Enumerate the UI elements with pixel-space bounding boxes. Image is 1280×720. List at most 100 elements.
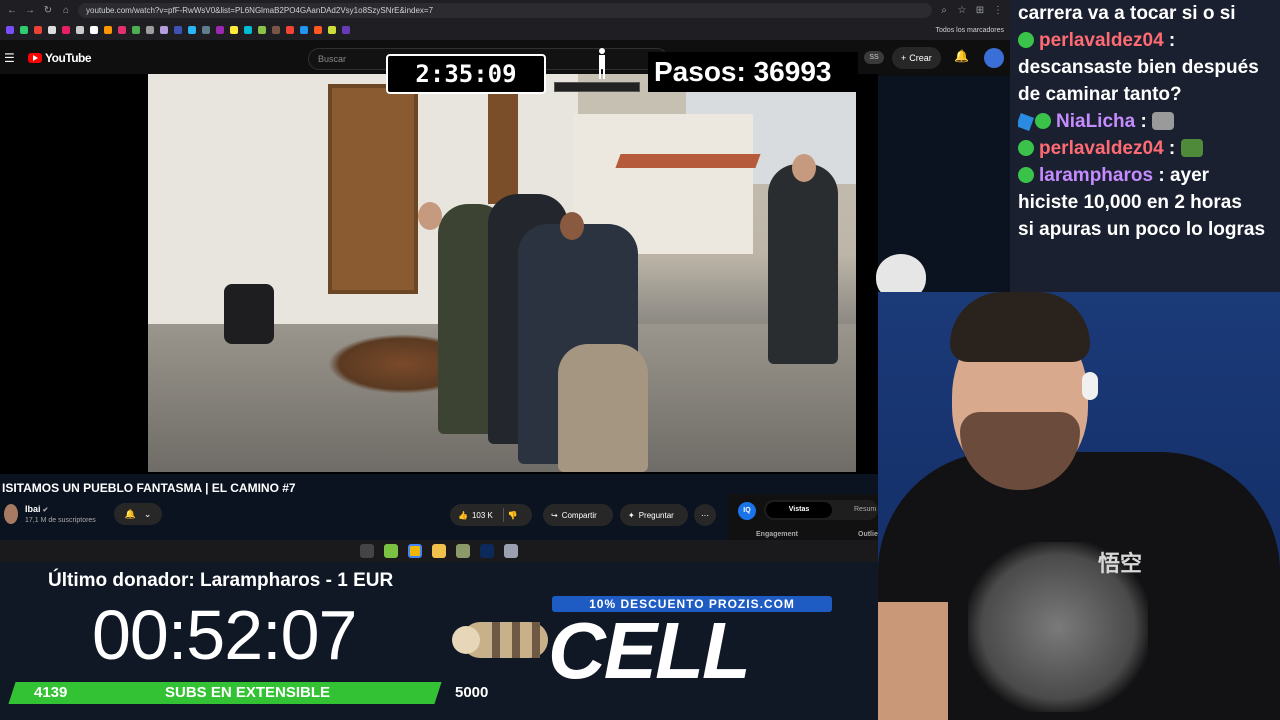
subscriber-count: 17,1 M de suscriptores [25, 517, 96, 524]
sparkle-icon: ✦ [628, 510, 635, 520]
bookmark-icon[interactable] [90, 26, 98, 34]
chat-message: NiaLicha : [1018, 108, 1274, 135]
badge-icon [1035, 113, 1051, 129]
back-icon[interactable]: ← [6, 5, 18, 16]
browser-toolbar: ← → ↻ ⌂ youtube.com/watch?v=pfF-RwWsV0&l… [0, 0, 1010, 20]
channel-name[interactable]: Ibai ✔ [25, 504, 48, 514]
youtube-logo[interactable]: YouTube [28, 51, 92, 65]
bookmark-icon[interactable] [20, 26, 28, 34]
like-button[interactable]: 👍 103 K 👎 [450, 504, 532, 526]
bookmark-icon[interactable] [272, 26, 280, 34]
system-icon[interactable] [360, 544, 374, 558]
badge-icon [1018, 167, 1034, 183]
folder-icon[interactable] [432, 544, 446, 558]
ss-badge[interactable]: SS [864, 51, 884, 64]
analytics-icon[interactable]: IQ [738, 502, 756, 520]
bookmark-icon[interactable] [300, 26, 308, 34]
chat-username[interactable]: perlavaldez04 [1039, 30, 1164, 51]
bookmark-icon[interactable] [258, 26, 266, 34]
bookmark-icon[interactable] [216, 26, 224, 34]
bookmark-icon[interactable] [188, 26, 196, 34]
bookmark-icon[interactable] [328, 26, 336, 34]
more-actions-button[interactable]: ⋯ [694, 504, 716, 526]
panel-tabs: Vistas Resum [764, 500, 878, 520]
chat-message-text: hiciste 10,000 en 2 horas [1018, 192, 1242, 213]
person-head [792, 154, 816, 182]
bookmark-icon[interactable] [174, 26, 182, 34]
menu-dots-icon[interactable]: ⋮ [992, 5, 1004, 16]
zoom-icon[interactable]: ⌕ [938, 5, 950, 16]
bookmark-icon[interactable] [76, 26, 84, 34]
bookmarks-folder[interactable]: Todos los marcadores [936, 27, 1004, 34]
bookmark-icon[interactable] [48, 26, 56, 34]
bookmark-icon[interactable] [132, 26, 140, 34]
share-icon: ↪ [551, 510, 558, 520]
chat-username[interactable]: NiaLicha [1056, 111, 1135, 132]
bookmark-icon[interactable] [202, 26, 210, 34]
thumbs-down-icon[interactable]: 👎 [508, 511, 518, 520]
bookmark-icon[interactable] [160, 26, 168, 34]
app-icon[interactable] [456, 544, 470, 558]
bookmark-icon[interactable] [118, 26, 126, 34]
create-button[interactable]: + Crear [892, 47, 941, 69]
chevron-down-icon: ⌄ [143, 508, 152, 519]
treadmill-bar [554, 82, 640, 92]
photoshop-icon[interactable] [480, 544, 494, 558]
chat-message: carrera va a tocar si o si [1018, 3, 1236, 24]
hair [950, 292, 1090, 362]
tab-vistas[interactable]: Vistas [766, 502, 832, 518]
bookmark-star-icon[interactable]: ☆ [956, 5, 968, 16]
bookmark-icon[interactable] [104, 26, 112, 34]
webcam-feed: 悟空 [878, 292, 1280, 720]
chat-username[interactable]: larampharos [1039, 165, 1153, 186]
arm [878, 602, 948, 720]
bookmark-icon[interactable] [6, 26, 14, 34]
bookmark-icon[interactable] [146, 26, 154, 34]
bookmark-icon[interactable] [34, 26, 42, 34]
subathon-countdown: 00:52:07 [92, 596, 357, 674]
share-button[interactable]: ↪ Compartir [543, 504, 613, 526]
forward-icon[interactable]: → [24, 5, 36, 16]
ask-button[interactable]: ✦ Preguntar [620, 504, 688, 526]
bookmark-icon[interactable] [314, 26, 322, 34]
bell-icon: 🔔 [124, 508, 136, 519]
outlier-label: Outlie [858, 531, 878, 538]
home-icon[interactable]: ⌂ [60, 5, 72, 16]
person-legs [558, 344, 648, 472]
bookmarks-bar: Todos los marcadores [0, 20, 1010, 40]
stream-screen: ← → ↻ ⌂ youtube.com/watch?v=pfF-RwWsV0&l… [0, 0, 1280, 720]
reload-icon[interactable]: ↻ [42, 5, 54, 16]
frog-emote-icon [1180, 139, 1203, 157]
hamburger-menu-icon[interactable]: ☰ [4, 51, 20, 65]
divider [502, 508, 504, 522]
analytics-panel: IQ Vistas Resum Engagement Outlie [728, 494, 878, 540]
chrome-icon[interactable] [408, 544, 422, 558]
bookmark-icon[interactable] [244, 26, 252, 34]
bookmark-icon[interactable] [230, 26, 238, 34]
walking-progress [554, 48, 640, 94]
last-donor: Último donador: Larampharos - 1 EUR [48, 570, 394, 591]
bookmark-icon[interactable] [62, 26, 70, 34]
app-icon[interactable] [504, 544, 518, 558]
video-player[interactable] [0, 74, 878, 474]
subs-label: SUBS EN EXTENSIBLE [165, 684, 331, 701]
badge-icon [1018, 32, 1034, 48]
subs-current: 4139 [34, 684, 68, 701]
video-title: ISITAMOS UN PUEBLO FANTASMA | EL CAMINO … [2, 481, 296, 495]
youtube-play-icon [28, 53, 42, 63]
channel-avatar[interactable] [4, 504, 18, 524]
tab-resumen[interactable]: Resum [854, 502, 876, 518]
subs-goal: 5000 [455, 684, 489, 701]
notifications-bell-icon[interactable]: 🔔 [954, 49, 969, 63]
chat-username[interactable]: perlavaldez04 [1039, 138, 1164, 159]
app-icon[interactable] [384, 544, 398, 558]
bookmark-icon[interactable] [342, 26, 350, 34]
bookmark-icon[interactable] [286, 26, 294, 34]
extensions-icon[interactable]: ⊞ [974, 5, 986, 16]
address-bar[interactable]: youtube.com/watch?v=pfF-RwWsV0&list=PL6N… [78, 2, 932, 18]
chat-message-text: ayer [1169, 165, 1210, 186]
engagement-label: Engagement [756, 531, 799, 538]
account-avatar[interactable] [984, 48, 1004, 68]
roof [615, 154, 761, 168]
subscribed-bell-button[interactable]: 🔔 ⌄ [114, 503, 162, 525]
